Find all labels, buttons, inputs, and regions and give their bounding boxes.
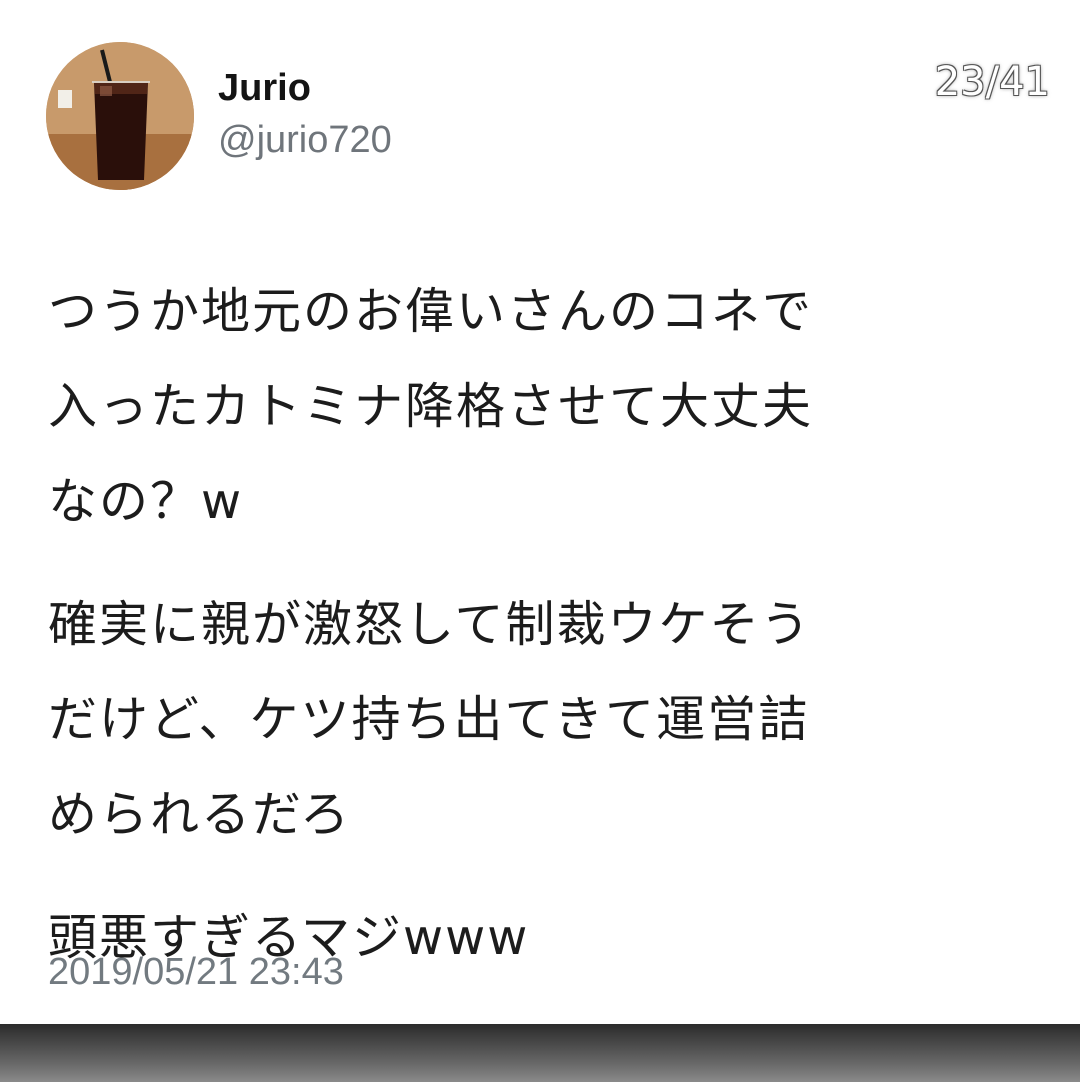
- tweet-timestamp[interactable]: 2019/05/21 23:43: [48, 948, 344, 996]
- tweet-paragraph: 確実に親が激怒して制裁ウケそう だけど、ケツ持ち出てきて運営詰 められるだろ: [48, 596, 812, 843]
- page-counter: 23/41: [934, 59, 1050, 105]
- display-name[interactable]: Jurio: [218, 64, 311, 112]
- tweet-text: つうか地元のお偉いさんのコネで 入ったカトミナ降格させて大丈夫 なの？w 確実に…: [48, 264, 1048, 1013]
- tweet-paragraph: つうか地元のお偉いさんのコネで 入ったカトミナ降格させて大丈夫 なの？w: [48, 283, 814, 530]
- tweet-card: Jurio @jurio720 23/41 つうか地元のお偉いさんのコネで 入っ…: [0, 0, 1080, 1024]
- user-handle[interactable]: @jurio720: [218, 116, 392, 164]
- avatar-photo-icon: [46, 42, 194, 190]
- avatar[interactable]: [46, 42, 194, 190]
- bottom-shadow-band: [0, 1024, 1080, 1082]
